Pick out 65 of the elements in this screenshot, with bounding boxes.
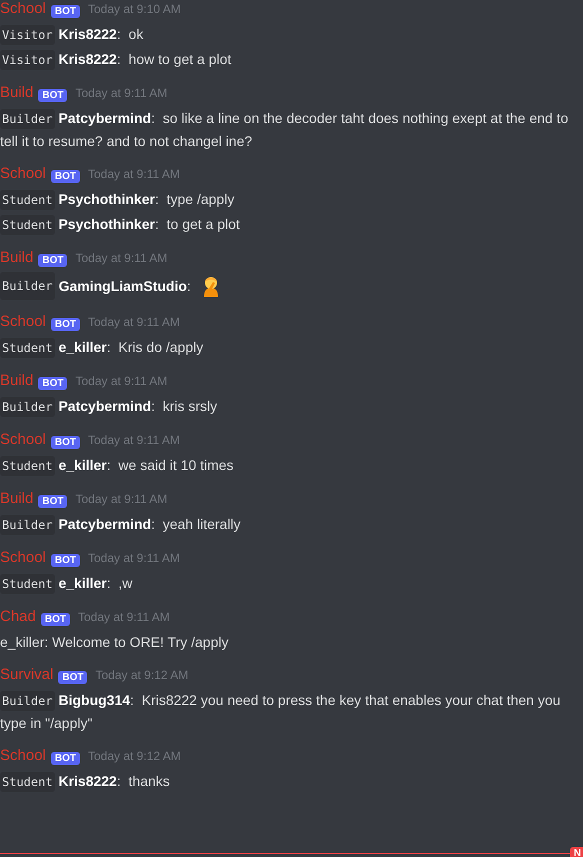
timestamp: Today at 9:11 AM — [75, 251, 168, 265]
message-text: Student Psychothinker: type /apply — [0, 187, 583, 212]
bot-name[interactable]: School — [0, 747, 46, 764]
rank-code: Student — [0, 190, 55, 210]
bot-tag: BOT — [50, 170, 80, 182]
message-text: Builder Bigbug314: Kris8222 you need to press the key that enables your chat then you type in "/apply" — [0, 690, 562, 733]
message-text: Builder Patcybermind: so like a line on the decoder taht does nothing exept at the end to tell it to resume? and to not changel ine? — [0, 108, 570, 151]
bot-tag: BOT — [50, 554, 80, 566]
bot-tag: BOT — [58, 670, 88, 684]
message-text: Builder Patcybermind: yeah literally — [0, 512, 583, 537]
rank-code: Builder — [0, 109, 55, 129]
timestamp: Today at 9:11 AM — [88, 551, 180, 565]
bot-tag: BOT — [38, 494, 68, 508]
rank-code: Visitor — [0, 50, 55, 70]
new-messages-tag: N — [570, 847, 583, 857]
timestamp: Today at 9:10 AM — [88, 2, 181, 16]
rank-code: Student — [0, 338, 55, 358]
bot-tag: BOT — [38, 88, 68, 102]
message-text: Student Psychothinker: to get a plot — [0, 212, 583, 237]
timestamp: Today at 9:11 AM — [75, 86, 168, 100]
bot-name[interactable]: Build — [0, 249, 34, 266]
bot-tag: BOT — [50, 436, 80, 448]
timestamp: Today at 9:12 AM — [95, 668, 188, 682]
bot-name[interactable]: School — [0, 431, 46, 448]
timestamp: Today at 9:11 AM — [75, 492, 168, 506]
bot-tag: BOT — [50, 4, 80, 18]
rank-code: Visitor — [0, 25, 55, 45]
timestamp: Today at 9:11 AM — [88, 315, 180, 329]
timestamp: Today at 9:11 AM — [78, 610, 170, 624]
bot-name[interactable]: Build — [0, 84, 34, 101]
bot-name[interactable]: Survival — [0, 666, 54, 683]
bot-name[interactable]: School — [0, 0, 46, 17]
timestamp: Today at 9:11 AM — [88, 167, 180, 181]
rank-code: Builder — [0, 397, 55, 417]
message-text: Student e_killer: Kris do /apply — [0, 335, 583, 360]
message-text: Student Kris8222: thanks — [0, 769, 583, 794]
rank-code: Student — [0, 456, 55, 476]
bot-name[interactable]: School — [0, 549, 46, 566]
bot-name[interactable]: Build — [0, 490, 34, 507]
rank-code: Builder — [0, 691, 55, 711]
username: GamingLiamStudio — [58, 277, 187, 296]
bot-name[interactable]: Chad — [0, 608, 36, 625]
timestamp: Today at 9:11 AM — [88, 433, 180, 447]
bot-name[interactable]: School — [0, 165, 46, 182]
message-text: Student e_killer: ,w — [0, 571, 583, 596]
rank-code: Student — [0, 574, 55, 594]
bot-tag: BOT — [38, 376, 68, 390]
bot-name[interactable]: Build — [0, 372, 34, 389]
bot-name[interactable]: School — [0, 313, 46, 330]
message-text: Builder Patcybermind: kris srsly — [0, 394, 583, 419]
bot-tag: BOT — [38, 254, 68, 266]
rank-code: Student — [0, 772, 55, 792]
message-text: e_killer: Welcome to ORE! Try /apply — [0, 633, 230, 652]
timestamp: Today at 9:11 AM — [75, 374, 168, 388]
bot-tag: BOT — [40, 612, 70, 626]
rank-code: Builder — [0, 515, 55, 535]
rank-code: Student — [0, 215, 55, 235]
colon-text: : — [186, 277, 191, 296]
timestamp: Today at 9:12 AM — [88, 749, 181, 763]
message-text: Visitor Kris8222: ok — [0, 22, 583, 47]
rank-code: Builder — [0, 272, 55, 300]
message-text: Student e_killer: we said it 10 times — [0, 453, 583, 478]
message-text: Visitor Kris8222: how to get a plot — [0, 47, 583, 72]
bot-tag: BOT — [50, 318, 80, 330]
bot-tag: BOT — [50, 752, 80, 764]
